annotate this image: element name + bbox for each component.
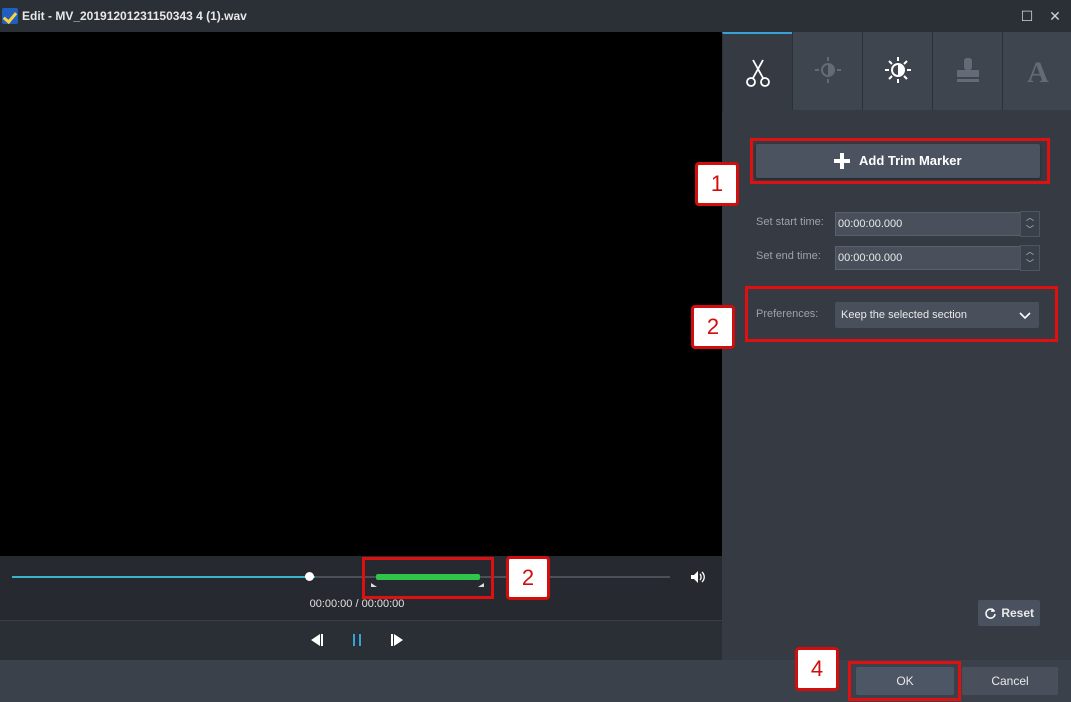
brightness-icon: [885, 57, 911, 83]
played-progress: [12, 576, 315, 578]
edit-panel: A Add Trim Marker Set start time: 00:00:…: [722, 32, 1071, 660]
close-icon[interactable]: ✕: [1043, 4, 1067, 28]
stamp-icon: [957, 58, 979, 82]
window-title: Edit - MV_20191201231150343 4 (1).wav: [22, 9, 247, 23]
annotation-badge-4: 4: [795, 647, 839, 691]
video-preview: [0, 32, 722, 556]
reset-icon: [985, 608, 996, 619]
annotation-badge-1: 1: [695, 162, 739, 206]
app-logo-icon: [2, 8, 18, 24]
add-trim-marker-label: Add Trim Marker: [859, 153, 962, 168]
scissors-icon: [746, 59, 770, 87]
end-time-input[interactable]: 00:00:00.000: [835, 246, 1022, 270]
chevron-down-icon: [1019, 312, 1031, 320]
trim-range[interactable]: [376, 574, 480, 580]
start-time-label: Set start time:: [756, 216, 824, 228]
annotation-badge-2: 2: [691, 305, 735, 349]
svg-text:A: A: [1027, 56, 1049, 86]
tab-text[interactable]: A: [1002, 32, 1071, 110]
reset-button[interactable]: Reset: [978, 600, 1040, 626]
cancel-button[interactable]: Cancel: [962, 667, 1058, 695]
volume-icon[interactable]: [690, 570, 706, 584]
preferences-label: Preferences:: [756, 308, 819, 320]
playhead-handle[interactable]: [305, 572, 314, 581]
pause-icon[interactable]: [348, 631, 366, 649]
tab-adjust[interactable]: [792, 32, 863, 110]
tab-trim[interactable]: [722, 32, 793, 112]
tab-brightness[interactable]: [862, 32, 933, 110]
add-trim-marker-button[interactable]: Add Trim Marker: [756, 144, 1040, 178]
tab-watermark[interactable]: [932, 32, 1003, 110]
contrast-dim-icon: [815, 57, 841, 83]
seek-track[interactable]: [12, 576, 670, 578]
step-back-icon[interactable]: [308, 631, 326, 649]
end-time-stepper[interactable]: ︿ ﹀: [1020, 245, 1040, 271]
start-time-input[interactable]: 00:00:00.000: [835, 212, 1022, 236]
seekbar-area: 00:00:00 / 00:00:00: [0, 556, 722, 620]
title-bar: Edit - MV_20191201231150343 4 (1).wav ☐ …: [0, 0, 1071, 32]
preferences-value: Keep the selected section: [841, 309, 967, 321]
preferences-select[interactable]: Keep the selected section: [835, 302, 1039, 328]
plus-icon: [834, 153, 850, 169]
maximize-icon[interactable]: ☐: [1015, 4, 1039, 28]
trim-end-handle[interactable]: [478, 579, 484, 587]
text-icon: A: [1027, 56, 1049, 86]
ok-button[interactable]: OK: [856, 667, 954, 695]
annotation-badge-2b: 2: [506, 556, 550, 600]
step-forward-icon[interactable]: [388, 631, 406, 649]
playback-controls: [0, 620, 722, 661]
time-display: 00:00:00 / 00:00:00: [309, 598, 405, 610]
reset-label: Reset: [1001, 606, 1034, 620]
trim-start-handle[interactable]: [371, 579, 377, 587]
end-time-label: Set end time:: [756, 250, 821, 262]
start-time-stepper[interactable]: ︿ ﹀: [1020, 211, 1040, 237]
